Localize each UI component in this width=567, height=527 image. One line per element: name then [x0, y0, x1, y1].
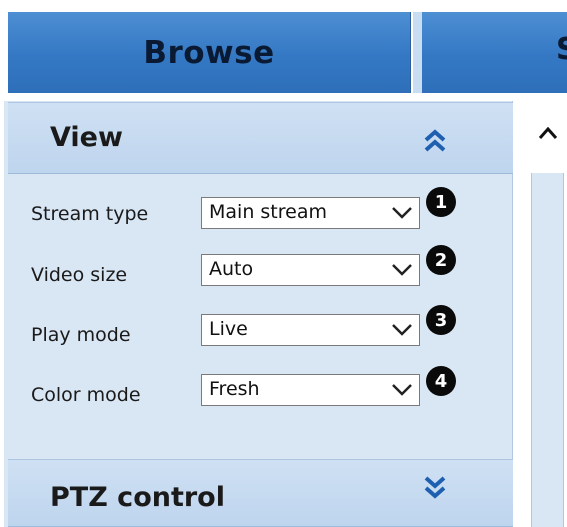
scrollbar-track[interactable]	[531, 173, 564, 527]
stream-type-label: Stream type	[31, 203, 149, 225]
section-view-header[interactable]: View	[8, 102, 513, 174]
color-mode-label: Color mode	[31, 384, 141, 406]
callout-badge-4: 4	[426, 366, 456, 396]
tab-browse[interactable]: Browse	[8, 12, 411, 93]
color-mode-value: Fresh	[209, 378, 260, 400]
video-size-select[interactable]: Auto	[201, 254, 420, 286]
play-mode-select[interactable]: Live	[201, 314, 420, 346]
double-chevron-up-icon[interactable]	[422, 128, 448, 154]
tab-browse-label: Browse	[143, 34, 275, 71]
chevron-down-icon	[392, 324, 412, 336]
video-size-label: Video size	[31, 264, 128, 286]
vertical-scrollbar[interactable]	[528, 93, 567, 527]
tab-separator	[413, 12, 422, 93]
chevron-down-icon	[392, 264, 412, 276]
section-ptz-header[interactable]: PTZ control	[8, 459, 513, 527]
section-view-title: View	[50, 122, 123, 153]
play-mode-value: Live	[209, 318, 248, 340]
color-mode-select[interactable]: Fresh	[201, 374, 420, 406]
play-mode-label: Play mode	[31, 324, 131, 346]
chevron-up-icon	[538, 126, 557, 139]
section-ptz-title: PTZ control	[50, 482, 225, 513]
video-size-value: Auto	[209, 258, 254, 280]
stream-type-value: Main stream	[209, 201, 327, 223]
stream-type-select[interactable]: Main stream	[201, 197, 420, 229]
double-chevron-down-icon[interactable]	[422, 474, 448, 500]
tab-second[interactable]	[422, 12, 567, 93]
tab-second-label: S	[556, 32, 567, 67]
callout-badge-1: 1	[426, 187, 456, 217]
chevron-down-icon	[392, 384, 412, 396]
callout-badge-3: 3	[426, 305, 456, 335]
callout-badge-2: 2	[426, 245, 456, 275]
chevron-down-icon	[392, 207, 412, 219]
scroll-up-button[interactable]	[528, 93, 567, 173]
